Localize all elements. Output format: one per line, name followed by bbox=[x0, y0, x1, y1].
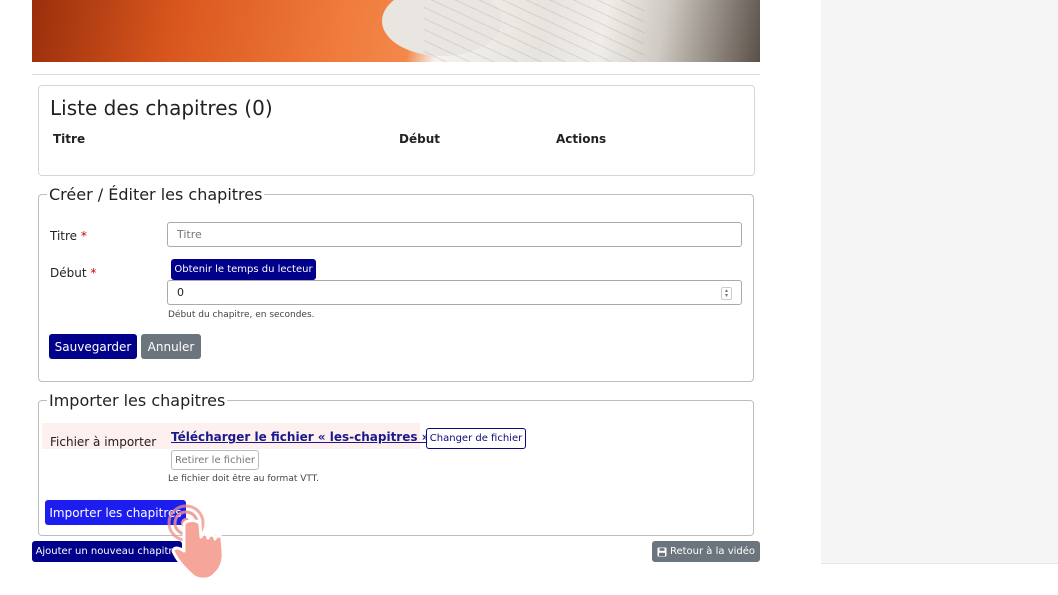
save-button[interactable]: Sauvegarder bbox=[49, 334, 137, 359]
required-marker: * bbox=[90, 266, 97, 280]
column-header-title: Titre bbox=[53, 132, 86, 146]
start-help-text: Début du chapitre, en secondes. bbox=[168, 310, 315, 320]
save-icon bbox=[657, 547, 667, 556]
start-time-input[interactable]: 0 ▴ ▾ bbox=[167, 280, 742, 305]
file-label: Fichier à importer bbox=[50, 435, 157, 449]
back-to-video-button[interactable]: Retour à la vidéo bbox=[652, 541, 760, 562]
remove-file-button[interactable]: Retirer le fichier bbox=[171, 450, 259, 470]
get-player-time-button[interactable]: Obtenir le temps du lecteur bbox=[171, 259, 316, 280]
column-header-actions: Actions bbox=[556, 132, 607, 146]
required-marker: * bbox=[80, 229, 87, 243]
pointer-hand-icon bbox=[167, 504, 225, 581]
start-label: Début * bbox=[50, 266, 96, 280]
start-time-value: 0 bbox=[177, 286, 184, 299]
title-label-text: Titre bbox=[50, 229, 78, 243]
thumbnail-detail bbox=[424, 0, 644, 62]
right-sidebar bbox=[821, 0, 1058, 564]
import-chapters-button[interactable]: Importer les chapitres bbox=[45, 500, 186, 525]
cancel-button[interactable]: Annuler bbox=[141, 334, 201, 359]
number-spinner-icon[interactable]: ▴ ▾ bbox=[721, 287, 732, 300]
title-input[interactable]: Titre bbox=[167, 222, 742, 247]
back-to-video-label: Retour à la vidéo bbox=[669, 546, 756, 557]
download-file-link[interactable]: Télécharger le fichier « les-chapitres »… bbox=[171, 430, 434, 444]
video-thumbnail bbox=[32, 0, 760, 62]
import-legend: Importer les chapitres bbox=[49, 391, 226, 410]
divider bbox=[32, 74, 760, 75]
add-new-chapter-button[interactable]: Ajouter un nouveau chapitre bbox=[32, 541, 182, 562]
column-header-start: Début bbox=[399, 132, 440, 146]
start-label-text: Début bbox=[50, 266, 87, 280]
title-label: Titre * bbox=[50, 229, 87, 243]
chapter-list-card: Liste des chapitres (0) Titre Début Acti… bbox=[38, 85, 755, 176]
chapter-list-title: Liste des chapitres (0) bbox=[50, 96, 273, 120]
create-edit-legend: Créer / Éditer les chapitres bbox=[49, 185, 263, 204]
change-file-button[interactable]: Changer de fichier bbox=[426, 428, 526, 449]
file-help-text: Le fichier doit être au format VTT. bbox=[168, 474, 320, 484]
